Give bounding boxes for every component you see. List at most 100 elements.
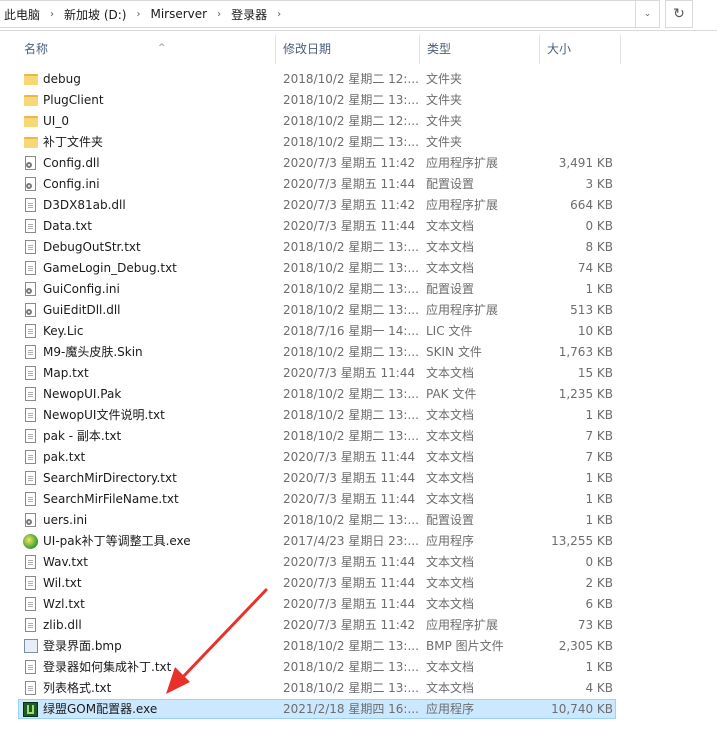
file-type: 文本文档 xyxy=(426,261,475,275)
file-date: 2018/10/2 星期二 13:... xyxy=(283,513,418,527)
sort-ascending-icon: ^ xyxy=(158,43,166,53)
column-header-size[interactable]: 大小 xyxy=(541,34,621,64)
file-row[interactable]: UI_0 2018/10/2 星期二 12:... 文件夹 xyxy=(0,111,717,132)
file-type: 文本文档 xyxy=(426,240,475,254)
file-size: 4 KB xyxy=(585,681,613,695)
address-bar: 此电脑 › 新加坡 (D:) › Mirserver › 登录器 › ⌄ ↻ xyxy=(0,0,717,31)
file-type: 文件夹 xyxy=(426,72,463,86)
breadcrumb-this-pc[interactable]: 此电脑 xyxy=(0,6,44,23)
file-row[interactable]: 绿盟GOM配置器.exe 2021/2/18 星期四 16:... 应用程序 10,7… xyxy=(0,699,717,720)
file-list: debug 2018/10/2 星期二 12:... 文件夹 PlugClient 20… xyxy=(0,69,717,720)
file-size: 3,491 KB xyxy=(558,156,613,170)
file-name: pak - 副本.txt xyxy=(43,429,122,443)
file-date: 2017/4/23 星期日 23:... xyxy=(283,534,418,548)
file-type: BMP 图片文件 xyxy=(426,639,504,653)
file-row[interactable]: Map.txt 2020/7/3 星期五 11:44 文本文档 15 KB xyxy=(0,363,717,384)
file-row[interactable]: Wav.txt 2020/7/3 星期五 11:44 文本文档 0 KB xyxy=(0,552,717,573)
gear-file-icon xyxy=(25,513,36,527)
file-icon xyxy=(25,324,36,338)
file-date: 2020/7/3 星期五 11:44 xyxy=(283,450,416,464)
breadcrumb-separator-icon[interactable]: › xyxy=(130,9,146,20)
breadcrumb-separator-icon[interactable]: › xyxy=(211,9,227,20)
folder-icon xyxy=(24,95,38,106)
file-row[interactable]: uers.ini 2018/10/2 星期二 13:... 配置设置 1 KB xyxy=(0,510,717,531)
file-name: M9-魔头皮肤.Skin xyxy=(43,345,143,359)
breadcrumb[interactable]: 此电脑 › 新加坡 (D:) › Mirserver › 登录器 › xyxy=(0,0,636,28)
file-type: 文本文档 xyxy=(426,555,475,569)
file-name: DebugOutStr.txt xyxy=(43,240,141,254)
file-row[interactable]: DebugOutStr.txt 2018/10/2 星期二 13:... 文本文档 8… xyxy=(0,237,717,258)
file-size: 73 KB xyxy=(577,618,613,632)
file-row[interactable]: D3DX81ab.dll 2020/7/3 星期五 11:42 应用程序扩展 664 … xyxy=(0,195,717,216)
file-name: Data.txt xyxy=(43,219,92,233)
file-size xyxy=(545,111,613,132)
file-row[interactable]: pak - 副本.txt 2018/10/2 星期二 13:... 文本文档 7 KB xyxy=(0,426,717,447)
file-size: 7 KB xyxy=(585,429,613,443)
file-type: 应用程序 xyxy=(426,702,475,716)
file-icon xyxy=(25,345,36,359)
file-row[interactable]: SearchMirFileName.txt 2020/7/3 星期五 11:44 文… xyxy=(0,489,717,510)
file-type: 文件夹 xyxy=(426,93,463,107)
breadcrumb-launcher[interactable]: 登录器 xyxy=(227,6,271,23)
file-type: SKIN 文件 xyxy=(426,345,482,359)
file-icon xyxy=(25,261,36,275)
file-size: 1 KB xyxy=(585,513,613,527)
file-row[interactable]: zlib.dll 2020/7/3 星期五 11:42 应用程序扩展 73 KB xyxy=(0,615,717,636)
file-row[interactable]: 补丁文件夹 2018/10/2 星期二 13:... 文件夹 xyxy=(0,132,717,153)
file-row[interactable]: SearchMirDirectory.txt 2020/7/3 星期五 11:44… xyxy=(0,468,717,489)
file-name: Key.Lic xyxy=(43,324,84,338)
file-size: 3 KB xyxy=(585,177,613,191)
file-size: 74 KB xyxy=(577,261,613,275)
file-name: SearchMirFileName.txt xyxy=(43,492,179,506)
folder-icon xyxy=(24,137,38,148)
file-row[interactable]: Config.ini 2020/7/3 星期五 11:44 配置设置 3 KB xyxy=(0,174,717,195)
file-icon xyxy=(25,240,36,254)
file-icon xyxy=(25,681,36,695)
file-type: 文本文档 xyxy=(426,660,475,674)
file-type: 应用程序扩展 xyxy=(426,618,499,632)
file-size: 1 KB xyxy=(585,471,613,485)
file-name: Config.dll xyxy=(43,156,100,170)
file-row[interactable]: 列表格式.txt 2018/10/2 星期二 13:... 文本文档 4 KB xyxy=(0,678,717,699)
file-date: 2020/7/3 星期五 11:44 xyxy=(283,366,416,380)
file-row[interactable]: 登录器如何集成补丁.txt 2018/10/2 星期二 13:... 文本文档 1 K… xyxy=(0,657,717,678)
file-row[interactable]: Key.Lic 2018/7/16 星期一 14:... LIC 文件 10 KB xyxy=(0,321,717,342)
file-date: 2018/10/2 星期二 12:... xyxy=(283,72,418,86)
file-date: 2020/7/3 星期五 11:42 xyxy=(283,618,416,632)
file-size: 2,305 KB xyxy=(558,639,613,653)
file-size: 8 KB xyxy=(585,240,613,254)
file-row[interactable]: pak.txt 2020/7/3 星期五 11:44 文本文档 7 KB xyxy=(0,447,717,468)
file-row[interactable]: UI-pak补丁等调整工具.exe 2017/4/23 星期日 23:... 应用程… xyxy=(0,531,717,552)
file-name: SearchMirDirectory.txt xyxy=(43,471,177,485)
file-name: zlib.dll xyxy=(43,618,82,632)
file-row[interactable]: M9-魔头皮肤.Skin 2018/10/2 星期二 13:... SKIN 文件 1… xyxy=(0,342,717,363)
file-row[interactable]: 登录界面.bmp 2018/10/2 星期二 13:... BMP 图片文件 2,30… xyxy=(0,636,717,657)
breadcrumb-separator-icon[interactable]: › xyxy=(44,9,60,20)
file-row[interactable]: Config.dll 2020/7/3 星期五 11:42 应用程序扩展 3,491 … xyxy=(0,153,717,174)
file-row[interactable]: GuiEditDll.dll 2018/10/2 星期二 13:... 应用程序扩展… xyxy=(0,300,717,321)
file-row[interactable]: GameLogin_Debug.txt 2018/10/2 星期二 13:... 文… xyxy=(0,258,717,279)
file-icon xyxy=(25,660,36,674)
address-dropdown-icon[interactable]: ⌄ xyxy=(636,0,660,28)
refresh-icon[interactable]: ↻ xyxy=(665,0,693,28)
column-header-name[interactable]: 名称 ^ xyxy=(18,34,276,64)
file-type: 文本文档 xyxy=(426,576,475,590)
file-row[interactable]: NewopUI.Pak 2018/10/2 星期二 13:... PAK 文件 1,2… xyxy=(0,384,717,405)
file-row[interactable]: Wzl.txt 2020/7/3 星期五 11:44 文本文档 6 KB xyxy=(0,594,717,615)
file-size: 1 KB xyxy=(585,492,613,506)
file-row[interactable]: debug 2018/10/2 星期二 12:... 文件夹 xyxy=(0,69,717,90)
breadcrumb-drive-d[interactable]: 新加坡 (D:) xyxy=(60,6,130,23)
file-row[interactable]: PlugClient 2018/10/2 星期二 13:... 文件夹 xyxy=(0,90,717,111)
file-row[interactable]: NewopUI文件说明.txt 2018/10/2 星期二 13:... 文本文档 1… xyxy=(0,405,717,426)
breadcrumb-mirserver[interactable]: Mirserver xyxy=(146,7,211,21)
file-date: 2018/10/2 星期二 13:... xyxy=(283,408,418,422)
file-row[interactable]: Wil.txt 2020/7/3 星期五 11:44 文本文档 2 KB xyxy=(0,573,717,594)
file-name: Map.txt xyxy=(43,366,89,380)
breadcrumb-separator-icon[interactable]: › xyxy=(271,9,287,20)
column-header-type[interactable]: 类型 xyxy=(421,34,540,64)
file-type: 文本文档 xyxy=(426,492,475,506)
file-row[interactable]: Data.txt 2020/7/3 星期五 11:44 文本文档 0 KB xyxy=(0,216,717,237)
column-header-date[interactable]: 修改日期 xyxy=(277,34,420,64)
file-row[interactable]: GuiConfig.ini 2018/10/2 星期二 13:... 配置设置 1 K… xyxy=(0,279,717,300)
file-size xyxy=(545,69,613,90)
